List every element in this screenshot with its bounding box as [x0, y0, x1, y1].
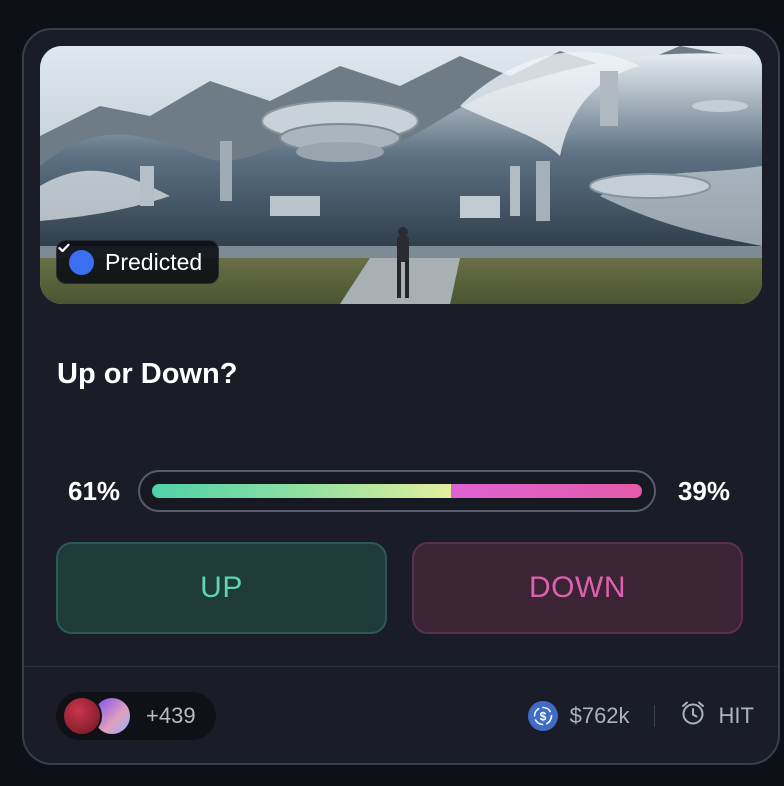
avatar-stack	[60, 696, 136, 736]
participants-pill[interactable]: +439	[56, 692, 216, 740]
odds-bar-down-segment	[450, 484, 642, 498]
odds-bar	[138, 470, 656, 512]
usdc-coin-icon: $	[527, 701, 558, 731]
up-percent: 61%	[68, 476, 121, 506]
prediction-card[interactable]: Predicted Up or Down? 61% 39% UP DOWN +4…	[22, 28, 780, 765]
predicted-badge-label: Predicted	[105, 248, 203, 275]
down-button[interactable]: DOWN	[412, 542, 743, 634]
down-percent: 39%	[677, 476, 730, 506]
market-question: Up or Down?	[57, 358, 238, 390]
check-circle-icon	[58, 243, 94, 275]
predicted-badge: Predicted	[56, 240, 220, 284]
alarm-clock-icon	[679, 699, 707, 733]
market-stats: $ $762k HIT	[527, 698, 754, 734]
odds-bar-fill	[152, 484, 642, 498]
participant-count: +439	[146, 703, 196, 728]
volume-value: $762k	[569, 703, 630, 728]
stats-separator	[653, 705, 655, 727]
market-image: Predicted	[40, 46, 762, 304]
card-divider	[24, 666, 778, 667]
svg-text:$: $	[539, 710, 546, 724]
avatar	[62, 696, 102, 736]
up-button[interactable]: UP	[56, 542, 387, 634]
odds-bar-up-segment	[152, 484, 451, 498]
market-status: HIT	[718, 703, 754, 728]
